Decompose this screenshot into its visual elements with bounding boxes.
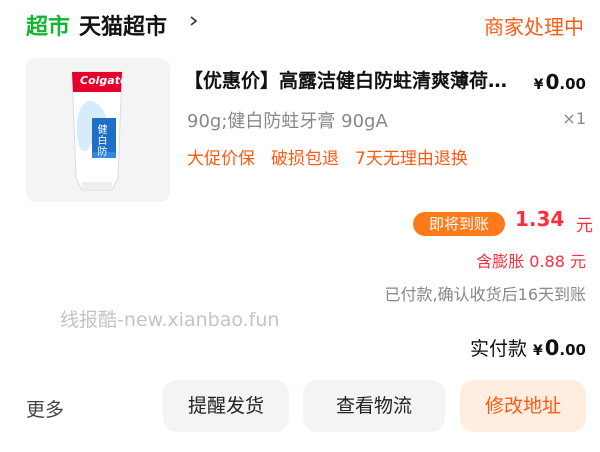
- inflation-bonus: 含膨胀 0.88 元: [476, 252, 586, 271]
- product-title[interactable]: 【优惠价】高露洁健白防蛀清爽薄荷牙膏: [184, 66, 514, 93]
- actual-payment-decimal: .00: [559, 341, 586, 359]
- pending-credit-badge: 即将到账: [413, 212, 505, 236]
- price-integer: 0: [545, 70, 560, 94]
- actual-payment: 实付款 ¥0.00: [470, 334, 586, 361]
- pending-credit-unit: 元: [576, 216, 593, 236]
- actual-currency-symbol: ¥: [533, 343, 543, 359]
- view-logistics-button[interactable]: 查看物流: [303, 380, 445, 432]
- credit-timing-note: 已付款,确认收货后16天到账: [384, 285, 586, 304]
- tag-price-protect: 大促价保: [187, 149, 255, 169]
- thumbnail-brand-text: Colgate: [80, 74, 128, 87]
- chevron-right-icon[interactable]: [189, 14, 199, 28]
- pending-credit-amount: 1.34: [515, 207, 565, 231]
- product-quantity: ×1: [562, 109, 586, 128]
- service-tags: 大促价保 破损包退 7天无理由退换: [187, 144, 484, 169]
- tag-seven-day-return: 7天无理由退换: [355, 149, 468, 169]
- more-actions-link[interactable]: 更多: [26, 395, 64, 422]
- shop-name-link[interactable]: 天猫超市: [79, 9, 167, 41]
- thumbnail-product-name: 健白防蛀: [95, 124, 106, 168]
- tag-damage-refund: 破损包退: [271, 149, 339, 169]
- product-thumbnail[interactable]: Colgate 健白防蛀: [26, 58, 170, 202]
- remind-shipping-button[interactable]: 提醒发货: [163, 380, 289, 432]
- edit-address-button[interactable]: 修改地址: [460, 380, 586, 432]
- product-price: ¥0.00: [534, 70, 586, 94]
- tmall-supermarket-badge: 超市: [26, 15, 71, 40]
- actual-payment-label: 实付款: [470, 338, 528, 360]
- product-spec: 90g;健白防蛀牙膏 90gA: [187, 111, 388, 132]
- price-currency-symbol: ¥: [533, 77, 544, 93]
- price-decimal: .00: [559, 75, 586, 93]
- actual-payment-integer: 0: [544, 336, 560, 360]
- watermark-text: 线报酷-new.xianbao.fun: [60, 309, 280, 331]
- order-status: 商家处理中: [484, 15, 584, 39]
